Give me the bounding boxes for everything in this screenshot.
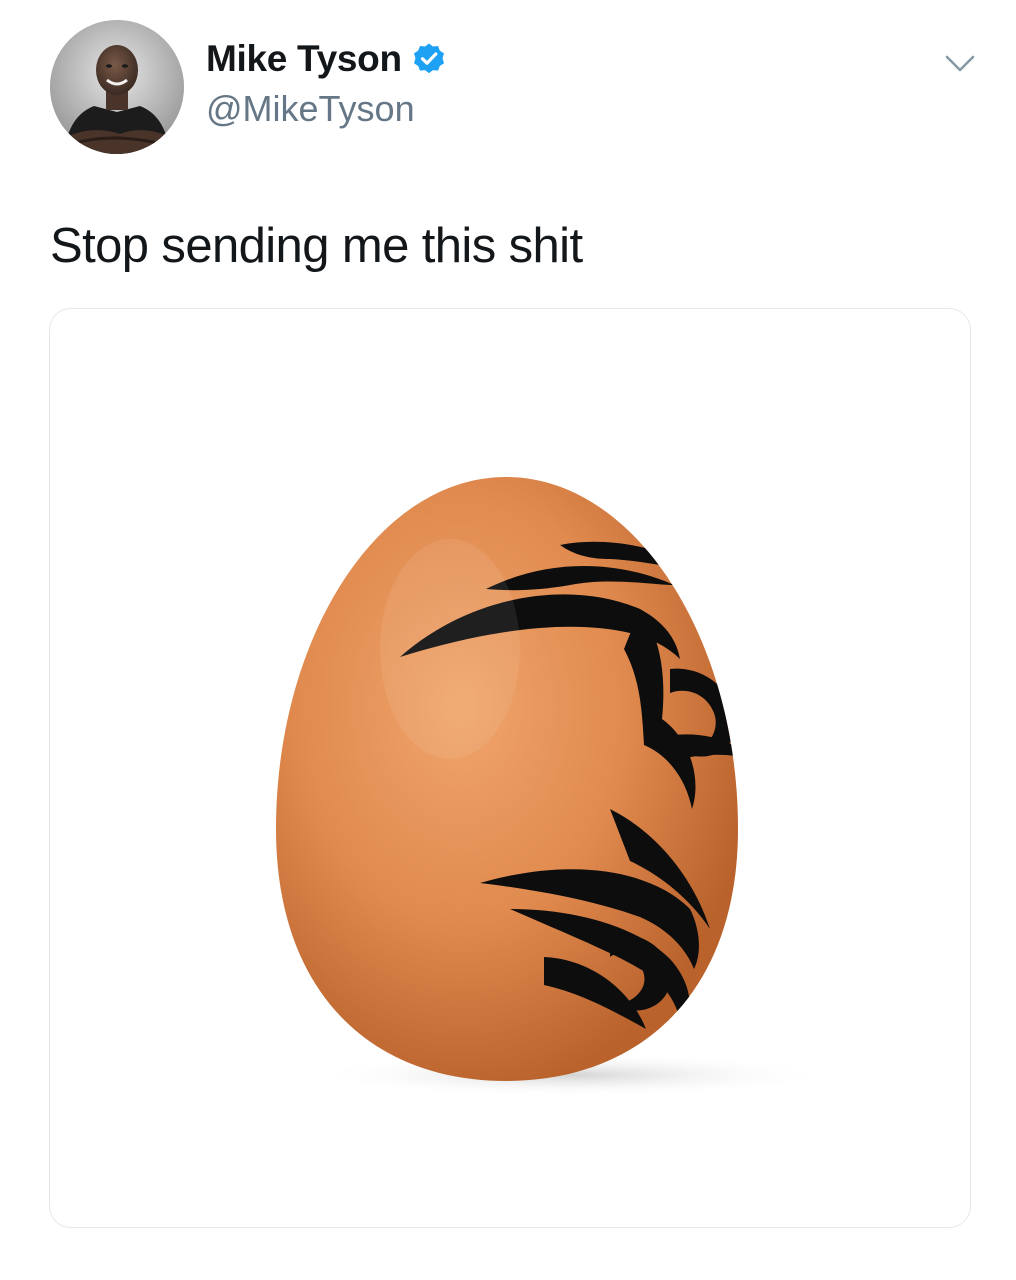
tweet-text: Stop sending me this shit bbox=[50, 219, 583, 273]
avatar[interactable] bbox=[50, 20, 184, 154]
tweet-menu-button[interactable] bbox=[944, 50, 976, 76]
egg-icon bbox=[50, 309, 970, 1227]
author-display-name[interactable]: Mike Tyson bbox=[206, 38, 402, 80]
verified-badge-icon bbox=[412, 42, 446, 76]
tweet-media-photo[interactable] bbox=[49, 308, 971, 1228]
author-name-row[interactable]: Mike Tyson bbox=[206, 38, 446, 80]
chevron-down-icon bbox=[945, 55, 975, 72]
author-handle[interactable]: @MikeTyson bbox=[206, 88, 415, 130]
profile-photo-icon bbox=[50, 20, 184, 154]
tweet-card: Mike Tyson @MikeTyson Stop sending me th… bbox=[0, 0, 1016, 1280]
